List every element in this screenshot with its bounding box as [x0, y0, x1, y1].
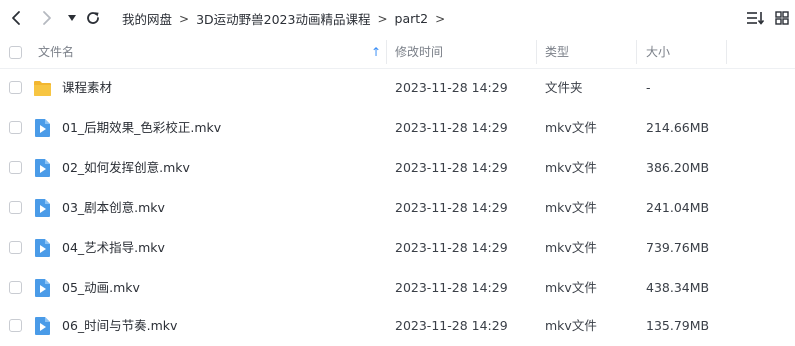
sort-ascending-icon: ↑ — [371, 45, 382, 59]
history-dropdown-button[interactable] — [62, 8, 82, 28]
file-row[interactable]: 01_后期效果_色彩校正.mkv 2023-11-28 14:29 mkv文件 … — [0, 108, 795, 148]
column-divider[interactable] — [536, 40, 537, 64]
file-list-header: 文件名 ↑ 修改时间 类型 大小 — [0, 36, 795, 69]
file-type: 文件夹 — [545, 80, 583, 95]
file-name: 03_剧本创意.mkv — [62, 200, 165, 215]
chevron-left-icon — [12, 11, 20, 25]
sort-button[interactable] — [744, 8, 766, 28]
sort-list-icon — [747, 12, 764, 25]
column-header-name[interactable]: 文件名 — [38, 36, 74, 68]
file-type: mkv文件 — [545, 318, 597, 333]
file-name: 06_时间与节奏.mkv — [62, 318, 178, 333]
file-row[interactable]: 05_动画.mkv 2023-11-28 14:29 mkv文件 438.34M… — [0, 268, 795, 308]
breadcrumb-item-current[interactable]: part2 — [395, 11, 429, 26]
column-header-type[interactable]: 类型 — [545, 36, 569, 68]
file-size: 739.76MB — [646, 240, 710, 255]
grid-view-icon — [775, 11, 789, 25]
refresh-button[interactable] — [83, 8, 103, 28]
row-checkbox[interactable] — [9, 201, 22, 214]
chevron-right-icon — [43, 11, 51, 25]
file-size: - — [646, 80, 651, 95]
column-divider[interactable] — [726, 40, 727, 64]
caret-down-icon — [68, 15, 76, 21]
row-checkbox[interactable] — [9, 81, 22, 94]
file-name: 04_艺术指导.mkv — [62, 240, 165, 255]
file-type: mkv文件 — [545, 240, 597, 255]
breadcrumb-separator: > — [435, 11, 446, 26]
file-name: 课程素材 — [62, 80, 113, 95]
file-size: 214.66MB — [646, 120, 710, 135]
column-header-size[interactable]: 大小 — [646, 36, 670, 68]
breadcrumb-separator: > — [377, 11, 388, 26]
file-size: 135.79MB — [646, 318, 710, 333]
breadcrumb-item-root[interactable]: 我的网盘 — [122, 9, 172, 28]
row-checkbox[interactable] — [9, 121, 22, 134]
row-checkbox[interactable] — [9, 281, 22, 294]
breadcrumb: 我的网盘 > 3D运动野兽2023动画精品课程 > part2 > — [122, 9, 452, 28]
file-modified: 2023-11-28 14:29 — [395, 200, 508, 215]
column-divider[interactable] — [386, 40, 387, 64]
row-checkbox[interactable] — [9, 241, 22, 254]
file-modified: 2023-11-28 14:29 — [395, 318, 508, 333]
file-modified: 2023-11-28 14:29 — [395, 80, 508, 95]
file-name: 02_如何发挥创意.mkv — [62, 160, 190, 175]
column-divider[interactable] — [636, 40, 637, 64]
file-row[interactable]: 06_时间与节奏.mkv 2023-11-28 14:29 mkv文件 135.… — [0, 306, 795, 346]
folder-icon — [34, 81, 51, 96]
file-type: mkv文件 — [545, 280, 597, 295]
file-type: mkv文件 — [545, 120, 597, 135]
file-modified: 2023-11-28 14:29 — [395, 240, 508, 255]
file-name: 01_后期效果_色彩校正.mkv — [62, 120, 222, 135]
breadcrumb-item-course[interactable]: 3D运动野兽2023动画精品课程 — [196, 9, 370, 28]
refresh-icon — [87, 12, 99, 24]
forward-button[interactable] — [37, 8, 57, 28]
file-size: 438.34MB — [646, 280, 710, 295]
video-file-icon — [35, 279, 50, 297]
file-row[interactable]: 04_艺术指导.mkv 2023-11-28 14:29 mkv文件 739.7… — [0, 228, 795, 268]
back-button[interactable] — [6, 8, 26, 28]
file-size: 241.04MB — [646, 200, 710, 215]
video-file-icon — [35, 199, 50, 217]
breadcrumb-separator: > — [179, 11, 190, 26]
file-modified: 2023-11-28 14:29 — [395, 280, 508, 295]
file-row[interactable]: 02_如何发挥创意.mkv 2023-11-28 14:29 mkv文件 386… — [0, 148, 795, 188]
file-size: 386.20MB — [646, 160, 710, 175]
select-all-checkbox[interactable] — [9, 46, 22, 59]
video-file-icon — [35, 239, 50, 257]
file-modified: 2023-11-28 14:29 — [395, 160, 508, 175]
view-mode-button[interactable] — [772, 8, 792, 28]
file-name: 05_动画.mkv — [62, 280, 140, 295]
video-file-icon — [35, 159, 50, 177]
file-row[interactable]: 课程素材 2023-11-28 14:29 文件夹 - — [0, 68, 795, 108]
file-modified: 2023-11-28 14:29 — [395, 120, 508, 135]
row-checkbox[interactable] — [9, 319, 22, 332]
row-checkbox[interactable] — [9, 161, 22, 174]
video-file-icon — [35, 119, 50, 137]
file-row[interactable]: 03_剧本创意.mkv 2023-11-28 14:29 mkv文件 241.0… — [0, 188, 795, 228]
file-type: mkv文件 — [545, 160, 597, 175]
file-type: mkv文件 — [545, 200, 597, 215]
video-file-icon — [35, 317, 50, 335]
column-header-modified[interactable]: 修改时间 — [395, 36, 443, 68]
toolbar: 我的网盘 > 3D运动野兽2023动画精品课程 > part2 > — [0, 0, 795, 36]
